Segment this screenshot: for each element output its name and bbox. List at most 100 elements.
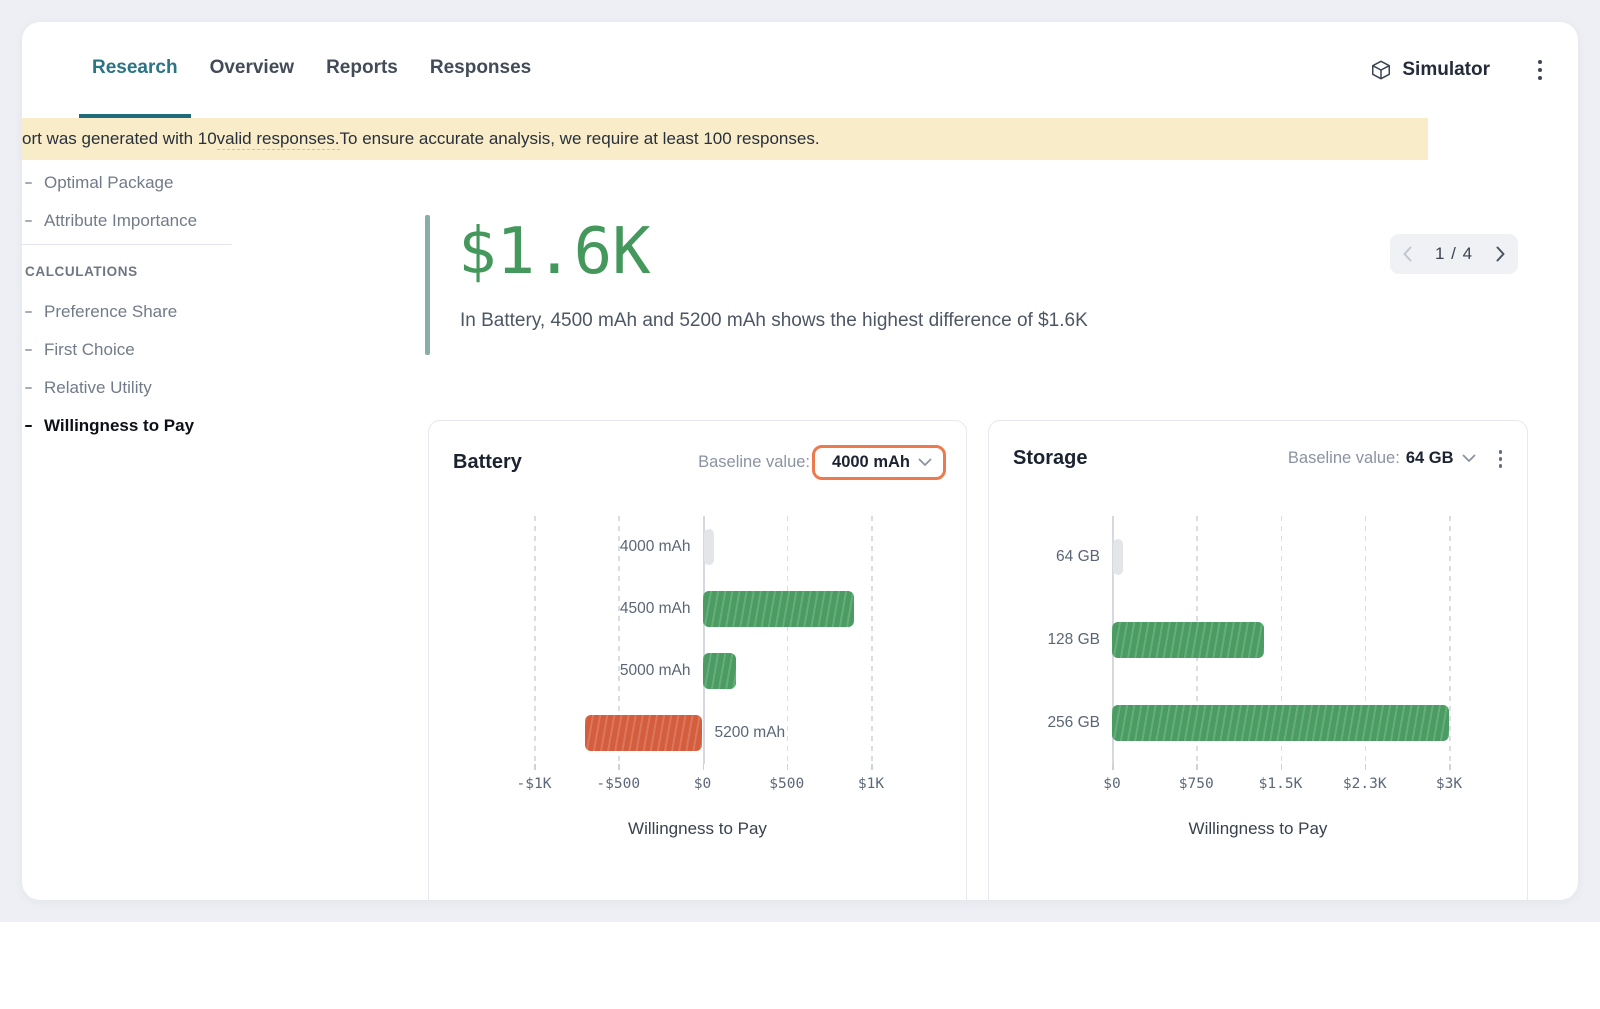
category-label: 4000 mAh [620,537,691,557]
axis-tick-label: -$500 [596,776,640,792]
axis-tick-mark [1449,764,1451,770]
sidebar-item-label: Preference Share [44,302,177,322]
axis-tick-mark [618,764,620,770]
baseline-control: Baseline value: 64 GB [1288,445,1507,473]
axis-tick-label: $0 [1103,776,1120,792]
category-label: 64 GB [1056,547,1100,567]
sidebar-item-optimal-package[interactable]: Optimal Package [22,164,254,202]
x-axis-label: Willingness to Pay [429,819,966,839]
topbar-right: Simulator [1370,22,1548,118]
dash-bullet-icon [25,425,32,428]
sidebar-divider [22,244,232,245]
page-background: Research Overview Reports Responses Simu… [0,0,1600,922]
axis-tick-mark [871,764,873,770]
prev-page-button[interactable] [1403,246,1412,262]
sidebar-item-relative-utility[interactable]: Relative Utility [22,369,254,407]
bar-256-gb [1112,705,1449,741]
simulator-label: Simulator [1402,59,1490,81]
sidebar-item-preference-share[interactable]: Preference Share [22,293,254,331]
bar-5000-mah [703,653,737,689]
axis-tick-label: $1K [858,776,884,792]
axis-tick-mark [534,764,536,770]
baseline-value-dropdown[interactable]: 64 GB [1400,449,1476,468]
bar-4000-mah [704,529,714,565]
axis-tick-label: $1.5K [1259,776,1303,792]
insight-accent-bar [425,215,430,355]
gridline [787,516,789,764]
banner-text-prefix: ort was generated with 10 [22,129,217,149]
dash-bullet-icon [25,311,32,314]
axis-tick-mark [1281,764,1283,770]
dash-bullet-icon [25,182,32,185]
bar-128-gb [1112,622,1264,658]
category-label: 5200 mAh [715,723,786,743]
chart-title: Storage [1013,447,1087,470]
x-axis-label: Willingness to Pay [989,819,1527,839]
axis-tick-label: -$1K [517,776,552,792]
bar-4500-mah [703,591,855,627]
axis-tick-mark [787,764,789,770]
axis-tick-mark [1112,764,1114,770]
gridline [1449,516,1451,764]
insight-pagination: 1 / 4 [1390,234,1518,274]
top-navigation: Research Overview Reports Responses Simu… [22,22,1578,118]
battery-bar-chart: -$1K-$500$0$500$1K4000 mAh4500 mAh5000 m… [534,516,871,764]
baseline-control: Baseline value: 4000 mAh [698,445,946,480]
baseline-label: Baseline value: [1288,449,1400,468]
bar-64-gb [1113,539,1123,575]
dash-bullet-icon [25,349,32,352]
sidebar-item-label: Relative Utility [44,378,152,398]
axis-tick-label: $3K [1436,776,1462,792]
category-label: 128 GB [1047,630,1100,650]
sidebar-section-calculations: CALCULATIONS [22,249,254,293]
next-page-button[interactable] [1496,246,1505,262]
dash-bullet-icon [25,220,32,223]
storage-card-header: Storage Baseline value: 64 GB [989,421,1527,473]
cube-icon [1370,59,1392,81]
warning-banner: ort was generated with 10 valid response… [22,118,1428,160]
banner-text-suffix: To ensure accurate analysis, we require … [340,129,820,149]
baseline-value: 64 GB [1406,449,1454,468]
chevron-down-icon [918,458,932,467]
axis-tick-mark [1365,764,1367,770]
report-sidebar: Optimal Package Attribute Importance CAL… [22,164,254,445]
storage-bar-chart: $0$750$1.5K$2.3K$3K64 GB128 GB256 GB [1112,516,1449,764]
battery-chart-card: Battery Baseline value: 4000 mAh -$1K -$5… [428,420,967,900]
baseline-value: 4000 mAh [832,453,910,472]
dash-bullet-icon [25,387,32,390]
tab-responses[interactable]: Responses [417,22,544,118]
baseline-label: Baseline value: [698,453,810,472]
page-indicator: 1 / 4 [1435,244,1473,264]
gridline [871,516,873,764]
storage-chart-card: Storage Baseline value: 64 GB $0$750$1.5… [988,420,1528,900]
gridline [534,516,536,764]
bar-5200-mah [585,715,703,751]
sidebar-item-label: Optimal Package [44,173,173,193]
sidebar-item-label: Attribute Importance [44,211,197,231]
axis-tick-label: $750 [1179,776,1214,792]
battery-card-header: Battery Baseline value: 4000 mAh [429,421,966,480]
app-window: Research Overview Reports Responses Simu… [22,22,1578,900]
category-label: 4500 mAh [620,599,691,619]
sidebar-item-attribute-importance[interactable]: Attribute Importance [22,202,254,240]
tab-reports[interactable]: Reports [313,22,411,118]
insight-description: In Battery, 4500 mAh and 5200 mAh shows … [460,310,1088,332]
sidebar-item-first-choice[interactable]: First Choice [22,331,254,369]
simulator-button[interactable]: Simulator [1370,59,1490,81]
tab-overview[interactable]: Overview [197,22,308,118]
sidebar-item-label: First Choice [44,340,135,360]
overflow-menu-button[interactable] [1532,54,1548,86]
axis-tick-label: $500 [769,776,804,792]
chevron-down-icon [1462,454,1476,463]
baseline-value-dropdown[interactable]: 4000 mAh [812,445,946,480]
valid-responses-link[interactable]: valid responses. [217,129,340,150]
insight-value: $1.6K [458,220,651,284]
sidebar-item-willingness-to-pay[interactable]: Willingness to Pay [22,407,254,445]
chart-title: Battery [453,451,522,474]
sidebar-item-label: Willingness to Pay [44,416,194,436]
axis-tick-label: $2.3K [1343,776,1387,792]
tab-research[interactable]: Research [79,22,191,118]
card-overflow-menu-button[interactable] [1494,445,1508,473]
category-label: 5000 mAh [620,661,691,681]
axis-tick-label: $0 [694,776,711,792]
